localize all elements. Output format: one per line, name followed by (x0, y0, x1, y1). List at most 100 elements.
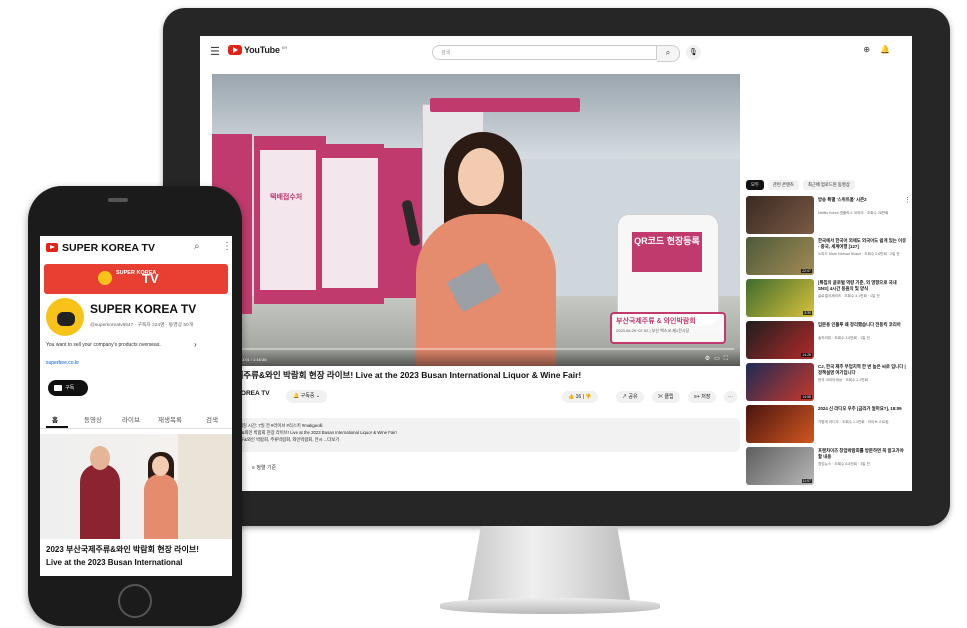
recommendation-thumbnail: 11:07 (746, 447, 814, 485)
recommendation-title: CJ, 한국 제주 부업지역 한 번 높은 씨로 입니다 | 정책설명 여기입니… (818, 364, 906, 375)
chip-related[interactable]: 관련 콘텐츠 (767, 180, 799, 190)
featured-video-title-2[interactable]: Live at the 2023 Busan International (46, 558, 182, 567)
region-code: KR (281, 45, 288, 50)
more-actions-button[interactable]: ⋯ (724, 391, 737, 403)
description-box[interactable]: 조회수 스트리밍 시간: 7일 전 #라이브 #리스키 #makgeolli 부… (212, 418, 740, 452)
featured-video[interactable] (40, 434, 232, 539)
recommendation-item[interactable]: 14:58 CJ, 한국 제주 부업지역 한 번 높은 씨로 입니다 | 정책설… (746, 363, 908, 401)
thumbs-up-icon: 👍 (568, 394, 575, 400)
subscribed-button[interactable]: 🔔 구독중 ⌄ (286, 390, 328, 403)
mobile-screen: SUPER KOREA TV ⌕ ⋮ SUPER KOREA TV SUPER … (40, 236, 232, 576)
recommendation-title: 프랜차이즈 창업박람회를 방문하면 꼭 알고가야 할 내용 (818, 448, 904, 459)
recommendation-item[interactable]: 3:30 [특집의 글로벌 역량 기준, 외 영향으로 국내 SNS] 4시간 … (746, 279, 908, 317)
bell-icon[interactable]: 🔔 (880, 45, 890, 54)
youtube-icon (54, 385, 62, 391)
channel-name: SUPER KOREA TV (90, 302, 197, 316)
recommendation-thumbnail: 14:58 (746, 363, 814, 401)
chip-all[interactable]: 모두 (746, 180, 764, 190)
recommendation-title: 2024 신 라디오 우주 [금리가 얼마요?], 18:09 (818, 406, 902, 411)
top-bar: ☰ YouTube KR 검색 ⌕ 🎙 ⊕ 🔔 (200, 36, 912, 66)
mobile-top-bar: SUPER KOREA TV ⌕ ⋮ (40, 236, 232, 258)
create-icon[interactable]: ⊕ (863, 45, 870, 54)
save-button[interactable]: ≡+ 저장 (688, 391, 717, 403)
sort-button[interactable]: ≡ 정렬 기준 (252, 464, 276, 471)
tab-search[interactable]: 검색 (206, 414, 218, 424)
tab-live[interactable]: 라이브 (122, 414, 140, 424)
video-player[interactable]: 택배접수처 QR코드 현장등록 부산국제주류 & 와인박람회 2023.06.2… (212, 74, 740, 366)
menu-icon[interactable]: ☰ (210, 45, 220, 58)
search-input[interactable]: 검색 (432, 45, 657, 60)
share-label: 공유 (628, 394, 638, 400)
recommendation-item[interactable]: 11:07 프랜차이즈 창업박람회를 방문하면 꼭 알고가야 할 내용 창업뉴스… (746, 447, 908, 485)
channel-tagline[interactable]: You want to sell your company's products… (46, 342, 161, 348)
chip-recent[interactable]: 최근에 업로드된 동영상 (802, 180, 855, 190)
tab-videos[interactable]: 동영상 (84, 414, 102, 424)
subscribe-label: 구독 (65, 385, 75, 391)
recommendation-item[interactable]: 14:28 입문용 인플루 왜 정리했습니다 전동킥 코리아 솔직리뷰 · 조회… (746, 321, 908, 359)
active-tab-indicator (46, 426, 68, 428)
duration-badge: 14:58 (801, 395, 812, 399)
desktop-screen: ☰ YouTube KR 검색 ⌕ 🎙 ⊕ 🔔 택배접수처 QR코드 현장등록 (200, 36, 912, 491)
tab-playlists[interactable]: 재생목록 (158, 414, 182, 424)
recommendation-title: 방송 특별 '스위트홈' 시즌2 (818, 197, 867, 202)
booth-poster-2 (322, 158, 378, 288)
kebab-icon[interactable]: ⋮ (222, 241, 232, 252)
youtube-play-icon (46, 243, 58, 252)
monitor-base (440, 598, 660, 614)
description-line-2: 부산국제주류&와인 박람회 현장 라이브! Live at the 2023 B… (218, 430, 397, 435)
search-button[interactable]: ⌕ (657, 45, 680, 62)
host-woman (144, 474, 178, 539)
recommendation-meta: 한국 코리아세상 · 조회수 2.1만회 (818, 378, 868, 382)
recommendation-item[interactable]: 22:07 한국에서 한국어 외에도 외국어도 쉽게 있는 이유 - 중국, 세… (746, 237, 908, 275)
hall-beam (430, 98, 580, 112)
featured-video-title[interactable]: 2023 부산국제주류&와인 박람회 현장 라이브! (46, 544, 199, 555)
recommendation-thumbnail: 3:30 (746, 279, 814, 317)
banner-tv: TV (142, 271, 159, 286)
voice-search-button[interactable]: 🎙 (686, 45, 701, 60)
channel-banner: SUPER KOREA TV (44, 264, 228, 294)
progress-bar[interactable] (218, 348, 734, 350)
share-icon: ↗ (622, 394, 628, 400)
recommendation-meta: 노마드 More Nomad Shaun · 조회수 2.6만회 · 2일 전 (818, 252, 900, 256)
sort-label: 정렬 기준 (256, 465, 277, 471)
clip-button[interactable]: ✂ 클립 (652, 391, 680, 403)
search-icon[interactable]: ⌕ (194, 241, 200, 252)
recommendation-title: 입문용 인플루 왜 정리했습니다 전동킥 코리아 (818, 322, 901, 327)
duration-badge: 11:07 (801, 479, 812, 483)
like-button[interactable]: 👍 16 | 👎 (562, 391, 598, 403)
duration-badge: 14:28 (801, 353, 812, 357)
monitor-stand (468, 526, 630, 600)
channel-tabs: 홈 동영상 라이브 재생목록 검색 (40, 412, 232, 429)
host-man (80, 464, 120, 539)
chevron-right-icon[interactable]: › (194, 340, 197, 349)
booth-sign: 택배접수처 (270, 194, 303, 201)
thumbs-down-icon: 👎 (585, 394, 592, 400)
youtube-wordmark: YouTube (244, 45, 280, 55)
filter-chips: 모두 관련 콘텐츠 최근에 업로드된 동영상 (746, 180, 855, 190)
recommendation-meta: 솔직리뷰 · 조회수 3.5만회 · 1일 전 (818, 336, 870, 340)
recommendation-thumbnail (746, 405, 814, 443)
recommendation-meta: 창업뉴스 · 조회수 8.8천회 · 3일 전 (818, 462, 870, 466)
video-title: 부산국제주류&와인 박람회 현장 라이브! Live at the 2023 B… (212, 370, 582, 380)
player-right-controls[interactable]: ⚙▭⛶ (705, 355, 732, 363)
header-actions: ⊕ 🔔 (863, 45, 890, 54)
product-shelf (178, 434, 232, 539)
recommendation-title: [특집의 글로벌 역량 기준, 외 영향으로 국내 SNS] 4시간 동원의 및… (818, 280, 897, 291)
avatar-icon (57, 312, 75, 326)
duration-badge: 3:30 (803, 311, 812, 315)
recommendation-title: 한국에서 한국어 외에도 외국어도 쉽게 있는 이유 - 중국, 세계여행 [1… (818, 238, 907, 249)
home-button[interactable] (118, 584, 152, 618)
recommendation-item[interactable]: 방송 특별 '스위트홈' 시즌2 Netflix Korea 넷플릭스 코리아 … (746, 196, 908, 234)
channel-link[interactable]: superbee.co.kr (46, 360, 79, 366)
event-overlay-date: 2023.06.29~07.02 | 부산 벡스코 제1전시장 (616, 328, 690, 333)
clip-icon: ✂ (658, 394, 664, 400)
description-line-1: 조회수 스트리밍 시간: 7일 전 #라이브 #리스키 #makgeolli (218, 423, 323, 428)
youtube-logo[interactable]: YouTube KR (228, 45, 287, 55)
recommendation-item[interactable]: 2024 신 라디오 우주 [금리가 얼마요?], 18:09 가볍게 라디오 … (746, 405, 908, 443)
qr-label: QR코드 현장등록 (632, 232, 702, 272)
share-button[interactable]: ↗ 공유 (616, 391, 644, 403)
tab-home[interactable]: 홈 (52, 414, 58, 424)
channel-logo-icon (98, 271, 112, 285)
recommendation-thumbnail: 14:28 (746, 321, 814, 359)
sort-icon: ≡ (252, 465, 255, 471)
